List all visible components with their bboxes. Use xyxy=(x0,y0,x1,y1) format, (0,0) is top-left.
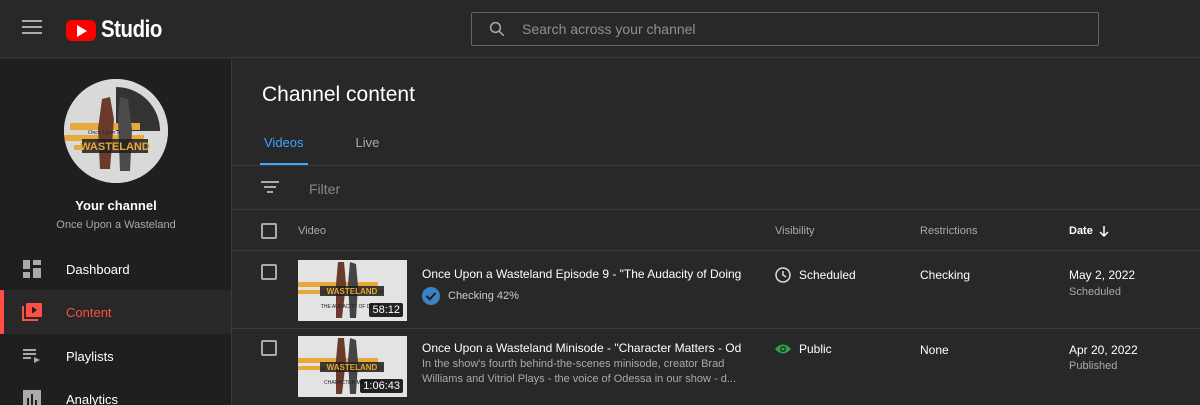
column-header-date[interactable]: Date xyxy=(1069,225,1109,237)
date-status: Scheduled xyxy=(1069,286,1121,298)
content-tabs: Videos Live xyxy=(260,135,429,165)
sidebar-item-label: Content xyxy=(66,304,112,320)
sidebar-item-analytics[interactable]: Analytics xyxy=(0,377,231,405)
row-checkbox[interactable] xyxy=(261,264,277,280)
date-cell: Apr 20, 2022 xyxy=(1069,343,1138,357)
eye-icon xyxy=(775,341,791,357)
visibility-label: Scheduled xyxy=(799,268,856,282)
filter-icon[interactable] xyxy=(260,181,280,195)
row-checkbox[interactable] xyxy=(261,340,277,356)
sidebar-item-playlists[interactable]: Playlists xyxy=(0,334,231,378)
dashboard-icon xyxy=(22,259,42,279)
sidebar-item-label: Analytics xyxy=(66,391,119,405)
visibility-cell[interactable]: Scheduled xyxy=(775,267,856,283)
visibility-cell[interactable]: Public xyxy=(775,341,832,357)
video-thumbnail[interactable]: WASTELAND CHARACTER MATTERS 1:06:43 xyxy=(298,336,407,397)
restrictions-cell: Checking xyxy=(920,268,971,282)
main-content: Channel content Videos Live Filter Video… xyxy=(232,59,1200,405)
column-header-restrictions[interactable]: Restrictions xyxy=(920,225,977,237)
search-box[interactable] xyxy=(471,12,1099,46)
table-row[interactable]: WASTELAND THE AUDACITY OF DOING 58:12 On… xyxy=(232,252,1200,329)
top-bar: Studio xyxy=(0,0,1200,58)
svg-text:WASTELAND: WASTELAND xyxy=(327,287,378,296)
channel-avatar[interactable]: WASTELAND Once Upon a xyxy=(64,79,168,183)
hamburger-menu-icon[interactable] xyxy=(22,20,42,38)
search-input[interactable] xyxy=(522,21,1098,37)
channel-title: Your channel xyxy=(75,198,157,213)
sidebar: WASTELAND Once Upon a Your channel Once … xyxy=(0,59,232,405)
sidebar-item-dashboard[interactable]: Dashboard xyxy=(0,247,231,291)
youtube-play-icon xyxy=(66,19,96,41)
tab-videos[interactable]: Videos xyxy=(260,135,308,165)
video-thumbnail[interactable]: WASTELAND THE AUDACITY OF DOING 58:12 xyxy=(298,260,407,321)
video-description: In the show's fourth behind-the-scenes m… xyxy=(422,358,737,385)
svg-text:WASTELAND: WASTELAND xyxy=(80,141,150,153)
processing-status: Checking 42% xyxy=(422,287,519,305)
video-title[interactable]: Once Upon a Wasteland Minisode - "Charac… xyxy=(422,341,742,355)
channel-name: Once Upon a Wasteland xyxy=(56,219,176,231)
table-header: Video Visibility Restrictions Date xyxy=(232,211,1200,251)
sort-arrow-down-icon xyxy=(1099,225,1109,237)
playlists-icon xyxy=(22,346,42,366)
filter-input[interactable]: Filter xyxy=(309,181,340,197)
sidebar-item-label: Playlists xyxy=(66,348,114,364)
page-title: Channel content xyxy=(262,83,415,106)
check-circle-icon xyxy=(422,287,440,305)
tab-live[interactable]: Live xyxy=(354,135,382,165)
filter-bar[interactable]: Filter xyxy=(232,166,1200,210)
column-header-video: Video xyxy=(298,225,326,237)
date-cell: May 2, 2022 xyxy=(1069,268,1136,282)
studio-logo[interactable]: Studio xyxy=(66,16,173,44)
svg-text:Once Upon a: Once Upon a xyxy=(88,130,120,136)
video-title[interactable]: Once Upon a Wasteland Episode 9 - "The A… xyxy=(422,267,742,281)
sidebar-item-content[interactable]: Content xyxy=(0,290,231,334)
studio-label: Studio xyxy=(101,16,162,43)
date-status: Published xyxy=(1069,360,1118,372)
column-header-visibility[interactable]: Visibility xyxy=(775,225,815,237)
svg-text:WASTELAND: WASTELAND xyxy=(327,363,378,372)
clock-icon xyxy=(775,267,791,283)
sidebar-item-label: Dashboard xyxy=(66,261,130,277)
video-duration: 58:12 xyxy=(369,303,403,317)
table-row[interactable]: WASTELAND CHARACTER MATTERS 1:06:43 Once… xyxy=(232,330,1200,405)
select-all-checkbox[interactable] xyxy=(261,223,277,239)
search-icon[interactable] xyxy=(472,20,522,38)
date-header-label: Date xyxy=(1069,225,1093,237)
content-icon xyxy=(22,302,42,322)
restrictions-cell: None xyxy=(920,343,949,357)
processing-status-text: Checking 42% xyxy=(448,290,519,302)
visibility-label: Public xyxy=(799,342,832,356)
analytics-icon xyxy=(22,389,42,405)
video-duration: 1:06:43 xyxy=(360,379,403,393)
